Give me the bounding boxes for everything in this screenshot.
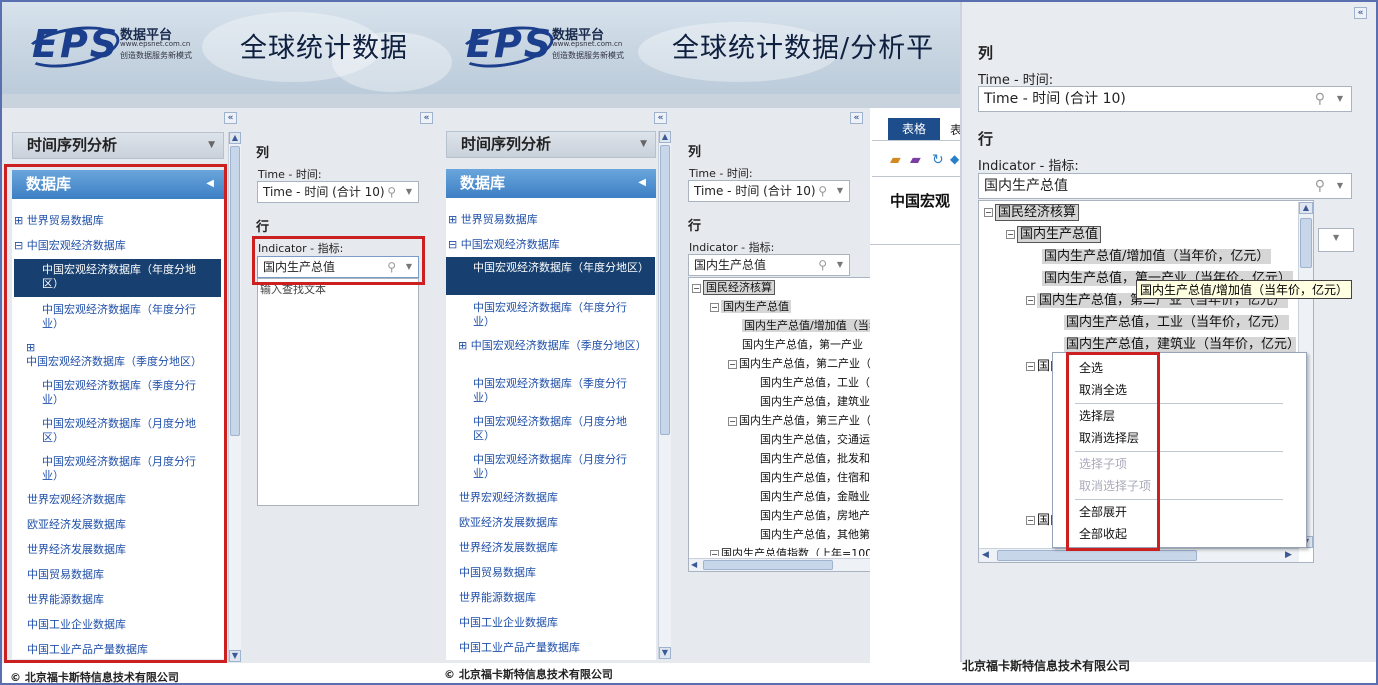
analysis-header[interactable]: 时间序列分析 ▼: [12, 132, 224, 159]
chevron-down-icon: ▼: [405, 187, 412, 196]
indicator-label: Indicator - 指标:: [689, 241, 775, 254]
nav-item[interactable]: 中国宏观经济数据库（季度分行业）: [473, 377, 643, 405]
chevron-down-icon: ▼: [836, 260, 843, 269]
nav-item[interactable]: 欧亚经济发展数据库: [459, 516, 558, 530]
analysis-header[interactable]: 时间序列分析 ▼: [446, 131, 656, 158]
slogan: 创造数据服务新模式: [120, 51, 192, 60]
content-title: 中国宏观: [890, 192, 951, 210]
footer: © 北京福卡斯特信息技术有限公司: [444, 668, 613, 681]
eps-logo: EPS: [458, 19, 557, 75]
scrollbar[interactable]: ▲▼: [658, 131, 671, 659]
footer: 北京福卡斯特信息技术有限公司: [962, 659, 1131, 673]
indicator-label: Indicator - 指标:: [978, 159, 1079, 174]
nav-item[interactable]: 中国宏观经济数据库（年度分行业）: [473, 301, 643, 329]
time-combo[interactable]: Time - 时间 (合计 10) ⚲ ▼: [688, 180, 850, 202]
refresh-icon[interactable]: ↻: [932, 152, 944, 168]
chevron-down-icon: ▼: [1336, 94, 1343, 103]
highlight-box: [4, 164, 227, 663]
time-combo[interactable]: Time - 时间 (合计 10) ⚲ ▼: [257, 181, 419, 203]
nav-item[interactable]: 中国工业产品产量数据库: [459, 641, 580, 655]
nav-item[interactable]: 中国工业企业数据库: [459, 616, 558, 630]
collapse-button[interactable]: «: [420, 112, 433, 124]
tooltip: 国内生产总值/增加值（当年价，亿元）: [1136, 280, 1353, 299]
time-combo[interactable]: Time - 时间 (合计 10) ⚲ ▼: [978, 86, 1352, 112]
nav-item[interactable]: 世界能源数据库: [459, 591, 536, 605]
site-url: www.epsnet.com.cn: [120, 40, 191, 48]
scrollbar[interactable]: ▲▼: [228, 132, 241, 662]
indicator-tree-empty[interactable]: [257, 278, 419, 506]
eps-logo: EPS: [21, 19, 123, 75]
nav-item[interactable]: ⊟ 中国宏观经济数据库: [448, 238, 560, 252]
indicator-combo[interactable]: 国内生产总值 ⚲ ▼: [688, 254, 850, 276]
collapse-button[interactable]: «: [850, 112, 863, 124]
nav-item-selected[interactable]: 中国宏观经济数据库（年度分地区）: [446, 257, 655, 295]
search-icon: ⚲: [1314, 91, 1325, 107]
nav-item[interactable]: 中国贸易数据库: [459, 566, 536, 580]
save-icon[interactable]: ▰: [910, 152, 921, 168]
row-section-label: 行: [978, 130, 994, 148]
screenshot-collage: EPS 数据平台 www.epsnet.com.cn 创造数据服务新模式 全球统…: [0, 0, 1378, 685]
highlight-box: [252, 236, 425, 285]
nav-item[interactable]: 世界经济发展数据库: [459, 541, 558, 555]
nav-icon[interactable]: ◆: [950, 152, 959, 166]
tree-node[interactable]: 国内生产总值，工业（当年价，亿元）: [984, 312, 1296, 334]
search-icon: ⚲: [1314, 178, 1325, 194]
tree-node[interactable]: 国内生产总值/增加值（当年价，亿元）: [984, 246, 1296, 268]
collapse-button[interactable]: «: [654, 112, 667, 124]
search-icon: ⚲: [818, 184, 827, 198]
nav-item[interactable]: 中国宏观经济数据库（月度分行业）: [473, 453, 643, 481]
highlight-box: [1066, 352, 1160, 551]
tab-table[interactable]: 表格: [888, 118, 940, 140]
site-url: www.epsnet.com.cn: [552, 40, 623, 48]
column-section-label: 列: [978, 44, 994, 62]
search-icon: ⚲: [387, 185, 396, 199]
banner-left: EPS 数据平台 www.epsnet.com.cn 创造数据服务新模式 全球统…: [2, 2, 458, 108]
folder-icon[interactable]: ▰: [890, 152, 901, 168]
nav-item[interactable]: ⊞ 世界贸易数据库: [448, 213, 538, 227]
time-label: Time - 时间:: [689, 167, 753, 180]
database-header[interactable]: 数据库 ◀: [446, 169, 656, 198]
banner-middle: EPS 数据平台 www.epsnet.com.cn 创造数据服务新模式 全球统…: [458, 2, 960, 108]
column-section-label: 列: [256, 146, 270, 161]
row-section-label: 行: [688, 219, 702, 234]
collapse-button[interactable]: «: [1354, 7, 1367, 19]
search-icon: ⚲: [818, 258, 827, 272]
nav-item[interactable]: 世界宏观经济数据库: [459, 491, 558, 505]
slogan: 创造数据服务新模式: [552, 51, 624, 60]
tree-node[interactable]: −国内生产总值: [984, 224, 1296, 246]
footer: © 北京福卡斯特信息技术有限公司: [10, 671, 179, 684]
indicator-combo[interactable]: 国内生产总值 ⚲ ▼: [978, 173, 1352, 199]
row-section-label: 行: [256, 220, 270, 235]
time-label: Time - 时间:: [258, 168, 322, 181]
nav-item[interactable]: 中国宏观经济数据库（月度分地区）: [473, 415, 643, 443]
hidden-combo-edge: ▼: [1318, 228, 1354, 252]
chevron-down-icon: ▼: [1336, 181, 1343, 190]
column-section-label: 列: [688, 145, 702, 160]
tree-node[interactable]: − 国民经济核算: [984, 202, 1296, 224]
chevron-down-icon: ▼: [836, 186, 843, 195]
banner-title: 全球统计数据/分析平: [672, 33, 935, 64]
banner-title: 全球统计数据: [240, 33, 408, 64]
nav-item[interactable]: ⊞ 中国宏观经济数据库（季度分地区）: [458, 339, 648, 353]
collapse-button[interactable]: «: [224, 112, 237, 124]
